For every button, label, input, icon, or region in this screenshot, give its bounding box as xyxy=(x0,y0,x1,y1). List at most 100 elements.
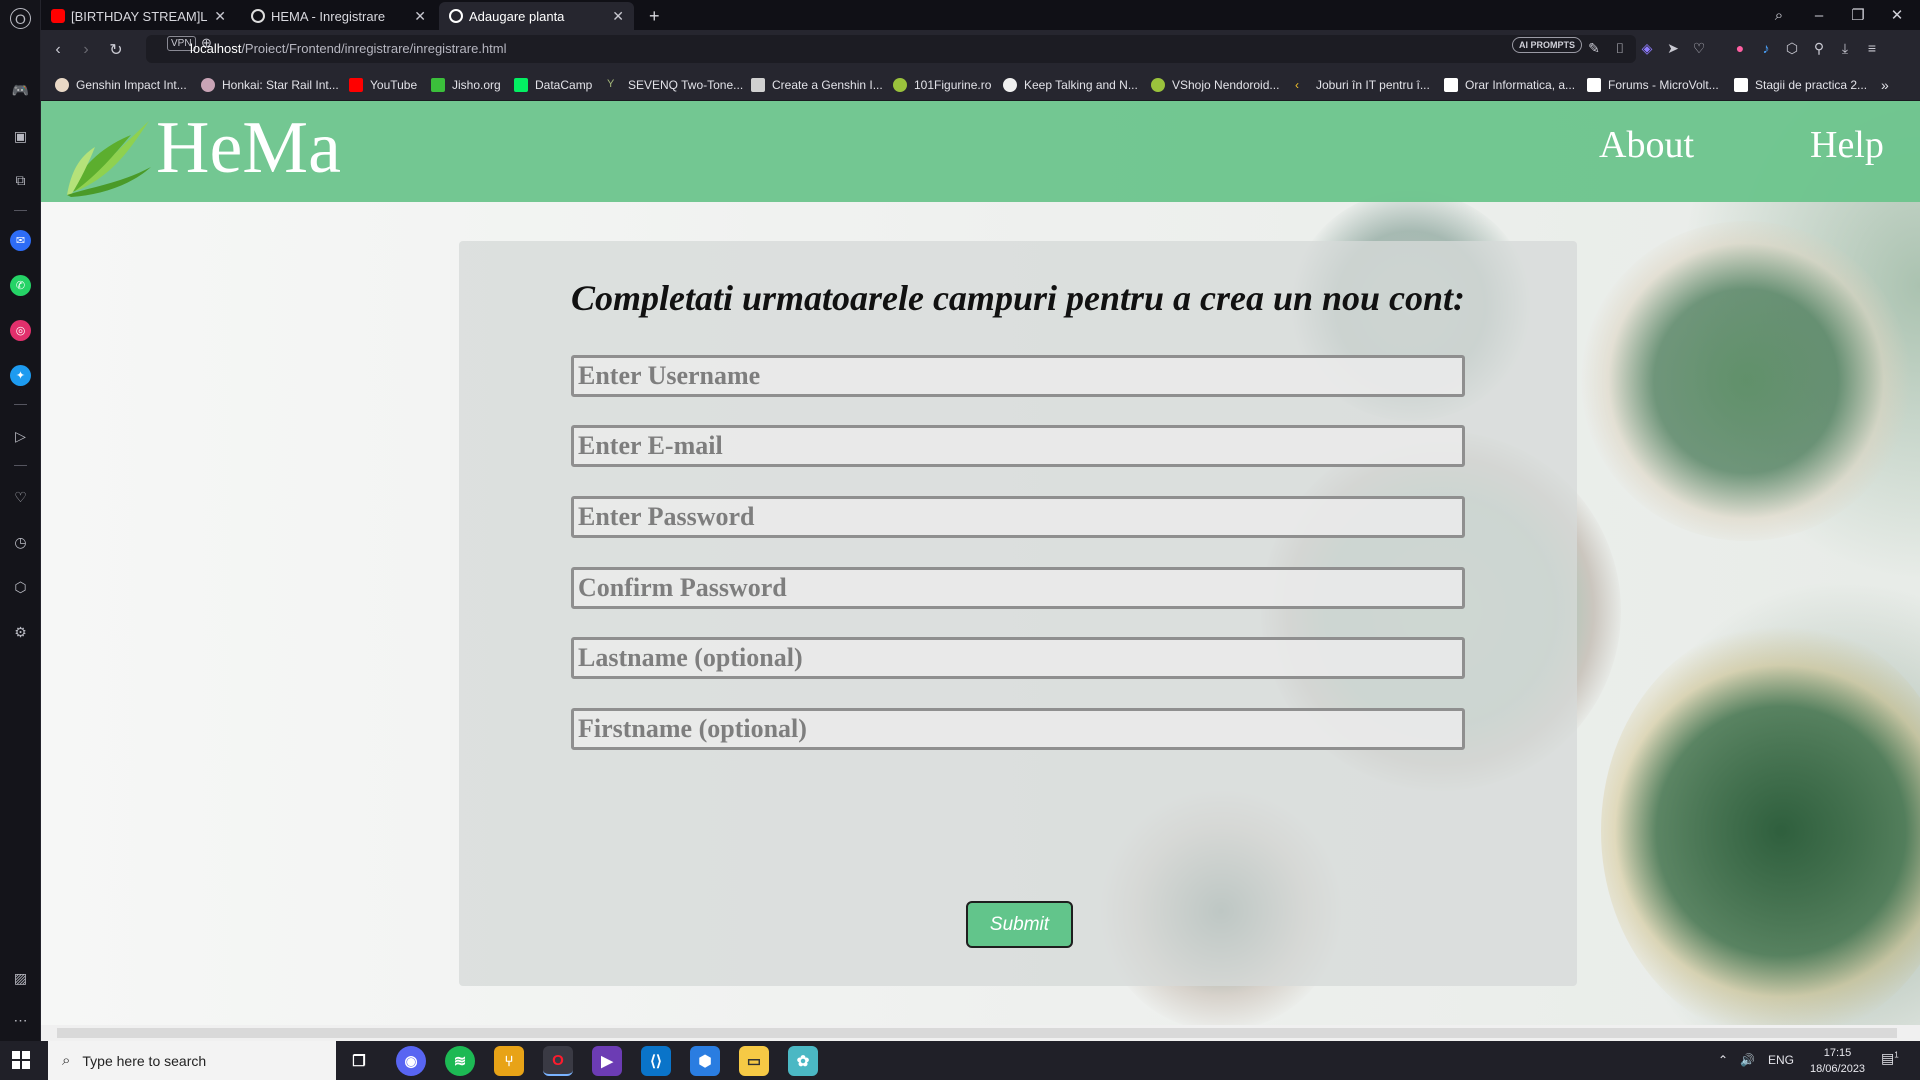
brand-logo[interactable]: HeMa xyxy=(156,106,341,191)
messenger-icon[interactable]: ✉ xyxy=(10,230,31,251)
tab-adaugare-planta[interactable]: Adaugare planta ✕ xyxy=(439,2,634,30)
task-view-icon[interactable]: ❐ xyxy=(344,1046,374,1076)
tray-chevron-icon[interactable]: ⌃ xyxy=(1718,1053,1728,1067)
minimize-button[interactable]: – xyxy=(1801,0,1837,30)
heart-icon[interactable]: ♡ xyxy=(10,487,31,508)
profile-icon[interactable]: ⚲ xyxy=(1810,39,1828,57)
tab-hema-inregistrare[interactable]: HEMA - Inregistrare ✕ xyxy=(241,2,436,30)
git-icon[interactable]: ⑂ xyxy=(494,1046,524,1076)
bookmark-label: Honkai: Star Rail Int... xyxy=(222,78,339,92)
bookmark[interactable]: Create a Genshin I... xyxy=(751,77,883,93)
nav-about-link[interactable]: About xyxy=(1599,123,1694,167)
datacamp-icon xyxy=(514,78,528,92)
bookmark[interactable]: Forums - MicroVolt... xyxy=(1587,77,1719,93)
twitch-icon[interactable]: ▣ xyxy=(10,126,31,147)
history-icon[interactable]: ◷ xyxy=(10,532,31,553)
register-form-card: Completati urmatoarele campuri pentru a … xyxy=(459,241,1577,986)
forward-button[interactable]: › xyxy=(75,39,97,61)
gallery-icon[interactable]: ▨ xyxy=(10,968,31,989)
shield-icon[interactable]: ◈ xyxy=(1638,39,1656,57)
windows-start-icon[interactable] xyxy=(12,1051,30,1069)
opera-logo-icon[interactable]: O xyxy=(10,8,31,29)
close-window-button[interactable]: ✕ xyxy=(1879,0,1915,30)
search-tabs-icon[interactable]: ⌕ xyxy=(1761,0,1797,30)
bookmark[interactable]: Stagii de practica 2... xyxy=(1734,77,1867,93)
more-icon[interactable]: ⋯ xyxy=(10,1010,31,1031)
extension-icon[interactable]: ● xyxy=(1731,39,1749,57)
bookmark[interactable]: YouTube xyxy=(349,77,417,93)
back-button[interactable]: ‹ xyxy=(47,39,69,61)
reload-button[interactable]: ↻ xyxy=(105,39,127,61)
more-bookmarks-icon[interactable]: » xyxy=(1881,77,1889,93)
bookmark[interactable]: Jisho.org xyxy=(431,77,501,93)
lastname-input[interactable] xyxy=(571,637,1465,679)
youtube-icon xyxy=(51,9,65,23)
email-input[interactable] xyxy=(571,425,1465,467)
site-header: HeMa About Help xyxy=(41,101,1920,202)
search-icon: ⌕ xyxy=(62,1052,71,1069)
submit-button[interactable]: Submit xyxy=(966,901,1073,948)
favorite-icon[interactable]: ♡ xyxy=(1690,39,1708,57)
snapshot-icon[interactable]: ⌷ xyxy=(1611,39,1629,57)
bookmark[interactable]: 101Figurine.ro xyxy=(893,77,991,93)
taskbar-search[interactable]: ⌕ Type here to search xyxy=(48,1041,336,1080)
close-tab-icon[interactable]: ✕ xyxy=(214,8,226,25)
instagram-icon[interactable]: ◎ xyxy=(10,320,31,341)
visual-studio-icon[interactable]: ▶ xyxy=(592,1046,622,1076)
bookmark[interactable]: VShojo Nendoroid... xyxy=(1151,77,1279,93)
close-tab-icon[interactable]: ✕ xyxy=(612,8,624,25)
notifications-icon[interactable]: ▤1 xyxy=(1881,1050,1899,1067)
game-app-icon[interactable]: ✿ xyxy=(788,1046,818,1076)
figurine-icon xyxy=(893,78,907,92)
settings-icon[interactable]: ⚙ xyxy=(10,622,31,643)
twitter-icon[interactable]: ✦ xyxy=(10,365,31,386)
close-tab-icon[interactable]: ✕ xyxy=(414,8,426,25)
bookmark[interactable]: Orar Informatica, a... xyxy=(1444,77,1575,93)
discord-icon[interactable]: ◉ xyxy=(396,1046,426,1076)
menu-icon[interactable]: ≡ xyxy=(1863,39,1881,57)
bookmark[interactable]: Genshin Impact Int... xyxy=(55,77,187,93)
firstname-input[interactable] xyxy=(571,708,1465,750)
player-icon[interactable]: ▷ xyxy=(10,426,31,447)
sidebar-divider xyxy=(14,404,27,405)
cube-icon[interactable]: ⬡ xyxy=(1783,39,1801,57)
horizontal-scrollbar[interactable] xyxy=(41,1025,1920,1041)
tab-birthday-stream[interactable]: [BIRTHDAY STREAM]Let's ✕ xyxy=(41,2,236,30)
file-explorer-icon[interactable]: ▭ xyxy=(739,1046,769,1076)
edit-icon[interactable]: ✎ xyxy=(1585,39,1603,57)
opera-taskbar-icon[interactable]: O xyxy=(543,1046,573,1076)
bookmark[interactable]: ‹ Joburi în IT pentru î... xyxy=(1295,77,1430,93)
media-player-icon[interactable]: ⧉ xyxy=(10,170,31,191)
restore-button[interactable]: ❐ xyxy=(1840,0,1876,30)
scrollbar-thumb[interactable] xyxy=(57,1028,1897,1038)
bookmark[interactable]: Y SEVENQ Two-Tone... xyxy=(607,77,743,93)
browser-sidebar: O 🎮 ▣ ⧉ ✉ ✆ ◎ ✦ ▷ ♡ ◷ ⬡ ⚙ ▨ ⋯ xyxy=(0,0,41,1041)
language-indicator[interactable]: ENG xyxy=(1768,1053,1794,1067)
cube-icon[interactable]: ⬡ xyxy=(10,577,31,598)
url-path: /Proiect/Frontend/inregistrare/inregistr… xyxy=(241,41,507,56)
taskbar-clock[interactable]: 17:15 18/06/2023 xyxy=(1810,1045,1865,1077)
vscode-icon[interactable]: ⟨⟩ xyxy=(641,1046,671,1076)
whatsapp-icon[interactable]: ✆ xyxy=(10,275,31,296)
volume-icon[interactable]: 🔊 xyxy=(1740,1053,1755,1067)
sidebar-divider xyxy=(14,465,27,466)
bookmark[interactable]: Keep Talking and N... xyxy=(1003,77,1138,93)
spotify-icon[interactable]: ≋ xyxy=(445,1046,475,1076)
username-input[interactable] xyxy=(571,355,1465,397)
music-icon[interactable]: ♪ xyxy=(1757,39,1775,57)
download-icon[interactable]: ⤓ xyxy=(1836,39,1854,57)
nav-help-link[interactable]: Help xyxy=(1810,123,1884,167)
confirm-password-input[interactable] xyxy=(571,567,1465,609)
url-text[interactable]: localhost/Proiect/Frontend/inregistrare/… xyxy=(190,41,506,56)
cube-app-icon[interactable]: ⬢ xyxy=(690,1046,720,1076)
vshojo-icon xyxy=(1151,78,1165,92)
bookmark[interactable]: Honkai: Star Rail Int... xyxy=(201,77,339,93)
document-icon xyxy=(1587,78,1601,92)
password-input[interactable] xyxy=(571,496,1465,538)
send-icon[interactable]: ➤ xyxy=(1664,39,1682,57)
ai-prompts-button[interactable]: AI PROMPTS xyxy=(1512,37,1583,53)
bookmark[interactable]: DataCamp xyxy=(514,77,592,93)
keep-talking-icon xyxy=(1003,78,1017,92)
new-tab-button[interactable]: + xyxy=(639,2,669,30)
gamepad-icon[interactable]: 🎮 xyxy=(10,80,31,101)
